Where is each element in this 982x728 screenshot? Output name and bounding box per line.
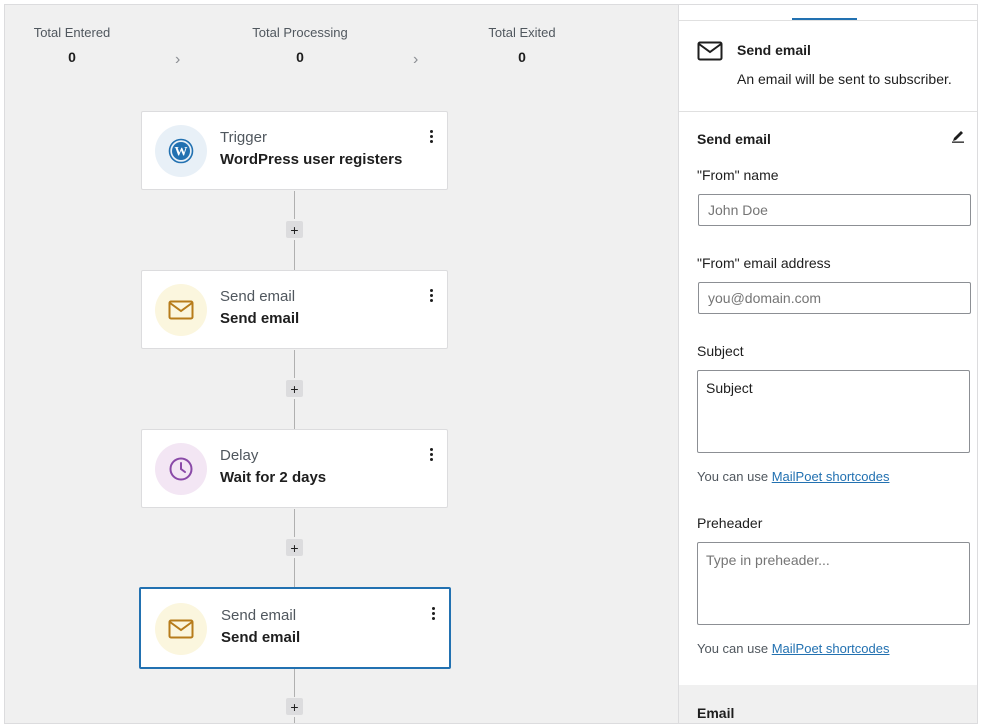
- block-card: Send email An email will be sent to subs…: [679, 21, 977, 112]
- from-name-input[interactable]: [698, 194, 971, 226]
- preheader-label: Preheader: [697, 515, 763, 531]
- stat-total-exited: Total Exited 0: [452, 25, 592, 65]
- help-prefix: You can use: [697, 469, 772, 484]
- workflow-canvas: Total Entered 0 › Total Processing 0 › T…: [5, 5, 678, 723]
- more-options-icon[interactable]: [425, 130, 437, 150]
- preheader-help-text: You can use MailPoet shortcodes: [697, 641, 889, 656]
- more-options-icon[interactable]: [425, 289, 437, 309]
- stat-total-entered: Total Entered 0: [5, 25, 142, 65]
- add-step-button[interactable]: +: [286, 539, 303, 556]
- app-frame: Total Entered 0 › Total Processing 0 › T…: [4, 4, 978, 724]
- stat-value: 0: [296, 49, 304, 65]
- step-delay[interactable]: Delay Wait for 2 days: [141, 429, 448, 508]
- from-name-label: "From" name: [697, 167, 779, 183]
- stats-bar: Total Entered 0 › Total Processing 0 › T…: [5, 25, 678, 75]
- step-subtitle: Delay: [220, 447, 259, 464]
- panel-title: Send email: [697, 131, 771, 147]
- step-trigger[interactable]: W Trigger WordPress user registers: [141, 111, 448, 190]
- block-title: Send email: [737, 42, 811, 58]
- stat-label: Total Entered: [33, 25, 111, 40]
- envelope-icon: [155, 284, 207, 336]
- stat-value: 0: [518, 49, 526, 65]
- step-send-email-selected[interactable]: Send email Send email: [139, 587, 451, 669]
- help-prefix: You can use: [697, 641, 772, 656]
- more-options-icon[interactable]: [427, 607, 439, 627]
- add-step-button[interactable]: +: [286, 380, 303, 397]
- subject-help-text: You can use MailPoet shortcodes: [697, 469, 889, 484]
- pencil-icon[interactable]: [951, 129, 965, 148]
- email-section[interactable]: Email: [679, 685, 977, 723]
- stat-total-processing: Total Processing 0: [230, 25, 370, 65]
- step-title: Send email: [220, 310, 300, 327]
- connector-line: [294, 399, 295, 429]
- clock-icon: [155, 443, 207, 495]
- step-subtitle: Send email: [220, 288, 296, 305]
- step-subtitle: Send email: [221, 607, 297, 624]
- subject-label: Subject: [697, 343, 744, 359]
- preheader-textarea[interactable]: [697, 542, 970, 625]
- settings-sidebar: Send email An email will be sent to subs…: [678, 5, 977, 723]
- svg-text:W: W: [175, 144, 188, 159]
- block-description: An email will be sent to subscriber.: [737, 71, 952, 87]
- connector-line: [294, 350, 295, 378]
- subject-textarea[interactable]: Subject: [697, 370, 970, 453]
- chevron-right-icon: ›: [175, 51, 181, 68]
- connector-line: [294, 717, 295, 723]
- mailpoet-shortcodes-link[interactable]: MailPoet shortcodes: [772, 469, 890, 484]
- envelope-icon: [697, 41, 723, 66]
- email-section-title: Email: [697, 705, 735, 721]
- add-step-button[interactable]: +: [286, 698, 303, 715]
- step-subtitle: Trigger: [220, 129, 267, 146]
- stat-label: Total Exited: [488, 25, 556, 40]
- step-title: Wait for 2 days: [220, 469, 327, 486]
- stat-value: 0: [68, 49, 76, 65]
- connector-line: [294, 669, 295, 697]
- connector-line: [294, 558, 295, 587]
- from-email-label: "From" email address: [697, 255, 831, 271]
- connector-line: [294, 509, 295, 537]
- step-title: WordPress user registers: [220, 151, 403, 168]
- connector-line: [294, 191, 295, 219]
- add-step-button[interactable]: +: [286, 221, 303, 238]
- envelope-icon: [155, 603, 207, 655]
- wordpress-icon: W: [155, 125, 207, 177]
- mailpoet-shortcodes-link[interactable]: MailPoet shortcodes: [772, 641, 890, 656]
- more-options-icon[interactable]: [425, 448, 437, 468]
- connector-line: [294, 240, 295, 270]
- stat-label: Total Processing: [252, 25, 348, 40]
- chevron-right-icon: ›: [413, 51, 419, 68]
- from-email-input[interactable]: [698, 282, 971, 314]
- step-title: Send email: [221, 629, 301, 646]
- active-tab-indicator[interactable]: [792, 18, 857, 20]
- step-send-email[interactable]: Send email Send email: [141, 270, 448, 349]
